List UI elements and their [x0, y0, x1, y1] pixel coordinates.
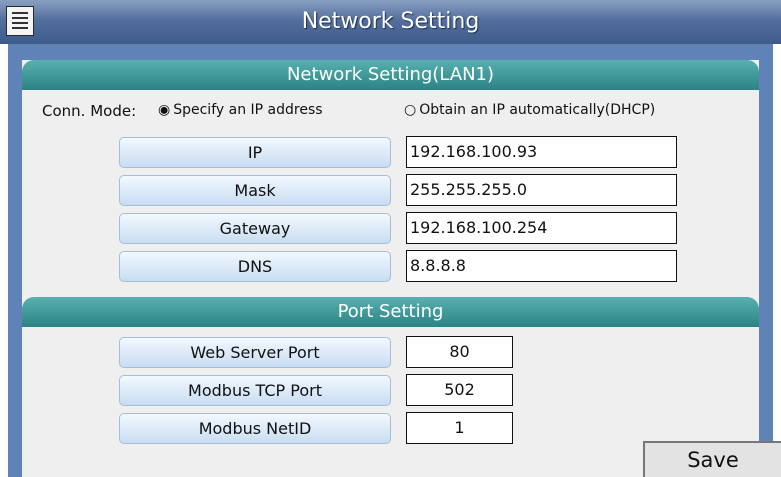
modbus-netid-field[interactable]: 1 — [406, 412, 513, 444]
menu-list-icon[interactable] — [6, 6, 34, 36]
port-section-header: Port Setting — [22, 297, 759, 327]
save-button[interactable]: Save — [643, 441, 781, 477]
ip-field[interactable]: 192.168.100.93 — [406, 136, 677, 168]
modbus-tcp-port-field[interactable]: 502 — [406, 374, 513, 406]
modbus-tcp-port-label-button[interactable]: Modbus TCP Port — [119, 375, 391, 406]
radio-specify-ip-label: Specify an IP address — [173, 102, 323, 118]
lan-section-header: Network Setting(LAN1) — [22, 60, 759, 90]
radio-dhcp[interactable]: ○ Obtain an IP automatically(DHCP) — [404, 102, 655, 118]
mask-field[interactable]: 255.255.255.0 — [406, 174, 677, 206]
gateway-field[interactable]: 192.168.100.254 — [406, 212, 677, 244]
conn-mode-label: Conn. Mode: — [42, 102, 137, 120]
window: Network Setting Network Setting(LAN1) Co… — [0, 0, 781, 477]
gateway-label-button[interactable]: Gateway — [119, 213, 391, 244]
web-server-port-label-button[interactable]: Web Server Port — [119, 337, 391, 368]
settings-area: Network Setting(LAN1) Conn. Mode: ◉ Speci… — [22, 60, 759, 477]
radio-specify-ip[interactable]: ◉ Specify an IP address — [158, 102, 323, 118]
radio-checked-icon: ◉ — [158, 102, 171, 118]
radio-dhcp-label: Obtain an IP automatically(DHCP) — [419, 102, 656, 118]
web-server-port-field[interactable]: 80 — [406, 336, 513, 368]
radio-unchecked-icon: ○ — [404, 102, 417, 118]
window-title: Network Setting — [301, 9, 480, 34]
ip-label-button[interactable]: IP — [119, 137, 391, 168]
title-bar: Network Setting — [0, 0, 781, 44]
dns-label-button[interactable]: DNS — [119, 251, 391, 282]
mask-label-button[interactable]: Mask — [119, 175, 391, 206]
dns-field[interactable]: 8.8.8.8 — [406, 250, 677, 282]
modbus-netid-label-button[interactable]: Modbus NetID — [119, 413, 391, 444]
content-panel: Network Setting(LAN1) Conn. Mode: ◉ Speci… — [8, 44, 773, 477]
